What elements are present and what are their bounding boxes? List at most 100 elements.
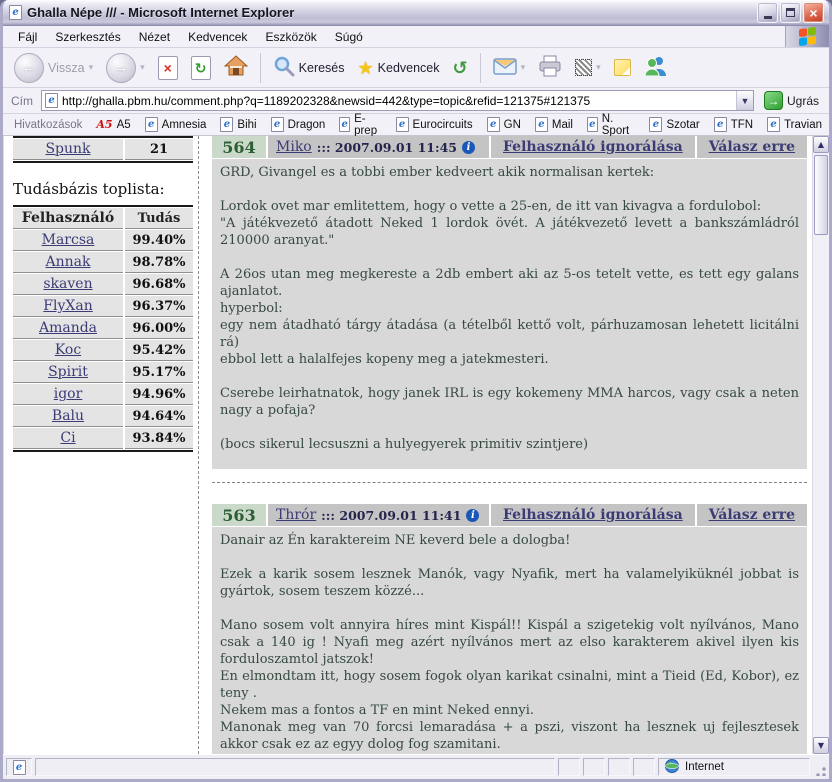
post-author-cell: Thrór ::: 2007.09.01 11:41 i	[268, 504, 489, 526]
links-item-dragon[interactable]: e Dragon	[264, 115, 333, 135]
menu-help[interactable]: Súgó	[326, 26, 372, 47]
close-button[interactable]: ×	[803, 2, 824, 23]
ie-page-icon: e	[487, 117, 500, 132]
toplist-user-link[interactable]: skaven	[43, 276, 92, 292]
scrollbar-thumb[interactable]	[814, 155, 828, 235]
links-item-szotar[interactable]: e Szotar	[642, 115, 706, 135]
toplist-user-link[interactable]: Annak	[46, 254, 91, 270]
toplist-score: 93.84%	[125, 428, 193, 449]
minimize-icon	[764, 16, 772, 19]
toplist-user-link[interactable]: FlyXan	[43, 298, 92, 314]
home-button[interactable]	[219, 51, 253, 85]
address-input[interactable]	[62, 94, 732, 108]
ie-page-icon: e	[271, 117, 284, 132]
browser-window: e Ghalla Népe /// - Microsoft Internet E…	[0, 0, 832, 782]
reply-cell: Válasz erre	[697, 136, 807, 158]
scroll-down-button[interactable]: ▼	[813, 737, 829, 754]
sidebar: Spunk 21 Tudásbázis toplista: Felhasznál…	[3, 136, 193, 754]
reply-link[interactable]: Válasz erre	[709, 507, 795, 523]
history-button[interactable]: ↺	[448, 51, 473, 85]
ie-page-icon: e	[587, 117, 598, 132]
toplist-user-link[interactable]: Balu	[52, 408, 84, 424]
info-icon[interactable]: i	[466, 509, 479, 522]
links-item-a5[interactable]: A5 A5	[89, 115, 137, 135]
address-dropdown-button[interactable]: ▼	[736, 91, 753, 110]
post-header: 564 Miko ::: 2007.09.01 11:45 i Felhaszn…	[212, 136, 807, 158]
back-dropdown-icon[interactable]: ▾	[89, 62, 94, 73]
links-item-bihi[interactable]: e Bihi	[213, 115, 263, 135]
history-icon: ↺	[453, 59, 468, 77]
post-number: 564	[212, 136, 266, 158]
links-item-nsport[interactable]: e N. Sport	[580, 115, 643, 135]
links-item-tfn[interactable]: e TFN	[707, 115, 760, 135]
mail-button[interactable]: ▾	[488, 51, 531, 85]
forum-post-563: 563 Thrór ::: 2007.09.01 11:41 i Felhasz…	[212, 504, 807, 754]
print-icon	[538, 55, 562, 80]
toplist-user-link[interactable]: Amanda	[39, 320, 97, 336]
author-link[interactable]: Miko	[276, 139, 312, 155]
toplist-user-link[interactable]: Koc	[55, 342, 81, 358]
refresh-button[interactable]: ↻	[186, 51, 216, 85]
toolbar-separator	[480, 53, 481, 83]
table-header-row: Felhasználó Tudás	[13, 208, 193, 229]
links-item-eprep[interactable]: e E-prep	[332, 115, 388, 135]
reply-cell: Válasz erre	[697, 504, 807, 526]
links-item-mail[interactable]: e Mail	[528, 115, 580, 135]
menu-favorites[interactable]: Kedvencek	[179, 26, 256, 47]
windows-flag-icon	[799, 27, 816, 46]
vertical-scrollbar[interactable]: ▲ ▼	[812, 136, 829, 754]
toplist-user-link[interactable]: Marcsa	[42, 232, 95, 248]
windows-logo	[785, 26, 829, 47]
toplist-user-link[interactable]: Ci	[60, 430, 75, 446]
menu-tools[interactable]: Eszközök	[256, 26, 325, 47]
back-button[interactable]: ← Vissza ▾	[9, 51, 98, 85]
forward-button[interactable]: → ▾	[101, 51, 150, 85]
post-timestamp: ::: 2007.09.01 11:45	[317, 140, 457, 155]
print-button[interactable]	[533, 51, 567, 85]
go-button[interactable]: → Ugrás	[759, 91, 824, 110]
menu-file[interactable]: Fájl	[9, 26, 46, 47]
ignore-user-link[interactable]: Felhasználó ignorálása	[503, 507, 683, 523]
links-item-eurocircuits[interactable]: e Eurocircuits	[389, 115, 480, 135]
status-panel	[633, 758, 655, 776]
info-icon[interactable]: i	[462, 141, 475, 154]
link-label: A5	[117, 119, 131, 131]
messenger-button[interactable]	[639, 51, 673, 85]
links-item-amnesia[interactable]: e Amnesia	[138, 115, 214, 135]
maximize-button[interactable]	[780, 2, 801, 23]
minimize-button[interactable]	[757, 2, 778, 23]
scroll-up-button[interactable]: ▲	[813, 136, 829, 153]
note-icon	[614, 59, 631, 76]
edit-button[interactable]: ▾	[570, 51, 606, 85]
user-link-spunk[interactable]: Spunk	[45, 141, 90, 157]
links-item-travian[interactable]: e Travian	[760, 115, 829, 135]
home-icon	[224, 55, 248, 80]
ignore-user-link[interactable]: Felhasználó ignorálása	[503, 139, 683, 155]
resize-grip[interactable]	[813, 758, 827, 776]
favorites-button[interactable]: ★ Kedvencek	[353, 51, 445, 85]
author-link[interactable]: Thrór	[276, 507, 316, 523]
mail-dropdown-icon[interactable]: ▾	[521, 62, 526, 73]
stop-button[interactable]: ×	[153, 51, 183, 85]
edit-icon	[575, 59, 592, 76]
scrollbar-track[interactable]	[813, 153, 829, 737]
reply-link[interactable]: Válasz erre	[709, 139, 795, 155]
user-value: 21	[125, 139, 193, 160]
toplist-user-link[interactable]: igor	[54, 386, 83, 402]
notes-button[interactable]	[609, 51, 636, 85]
toplist-user-link[interactable]: Spirit	[48, 364, 88, 380]
toplist-score: 96.37%	[125, 296, 193, 317]
forward-dropdown-icon[interactable]: ▾	[140, 62, 145, 73]
favorites-label: Kedvencek	[378, 61, 440, 75]
menu-edit[interactable]: Szerkesztés	[46, 26, 129, 47]
link-label: Eurocircuits	[413, 119, 473, 131]
links-item-gn[interactable]: e GN	[480, 115, 528, 135]
forward-icon: →	[106, 53, 136, 83]
edit-dropdown-icon[interactable]: ▾	[596, 62, 601, 73]
menu-view[interactable]: Nézet	[130, 26, 179, 47]
security-zone-panel: Internet	[658, 758, 810, 776]
ie-page-icon: e	[714, 117, 727, 132]
search-button[interactable]: Keresés	[268, 51, 350, 85]
menu-bar: Fájl Szerkesztés Nézet Kedvencek Eszközö…	[3, 26, 829, 48]
refresh-icon: ↻	[191, 56, 211, 80]
